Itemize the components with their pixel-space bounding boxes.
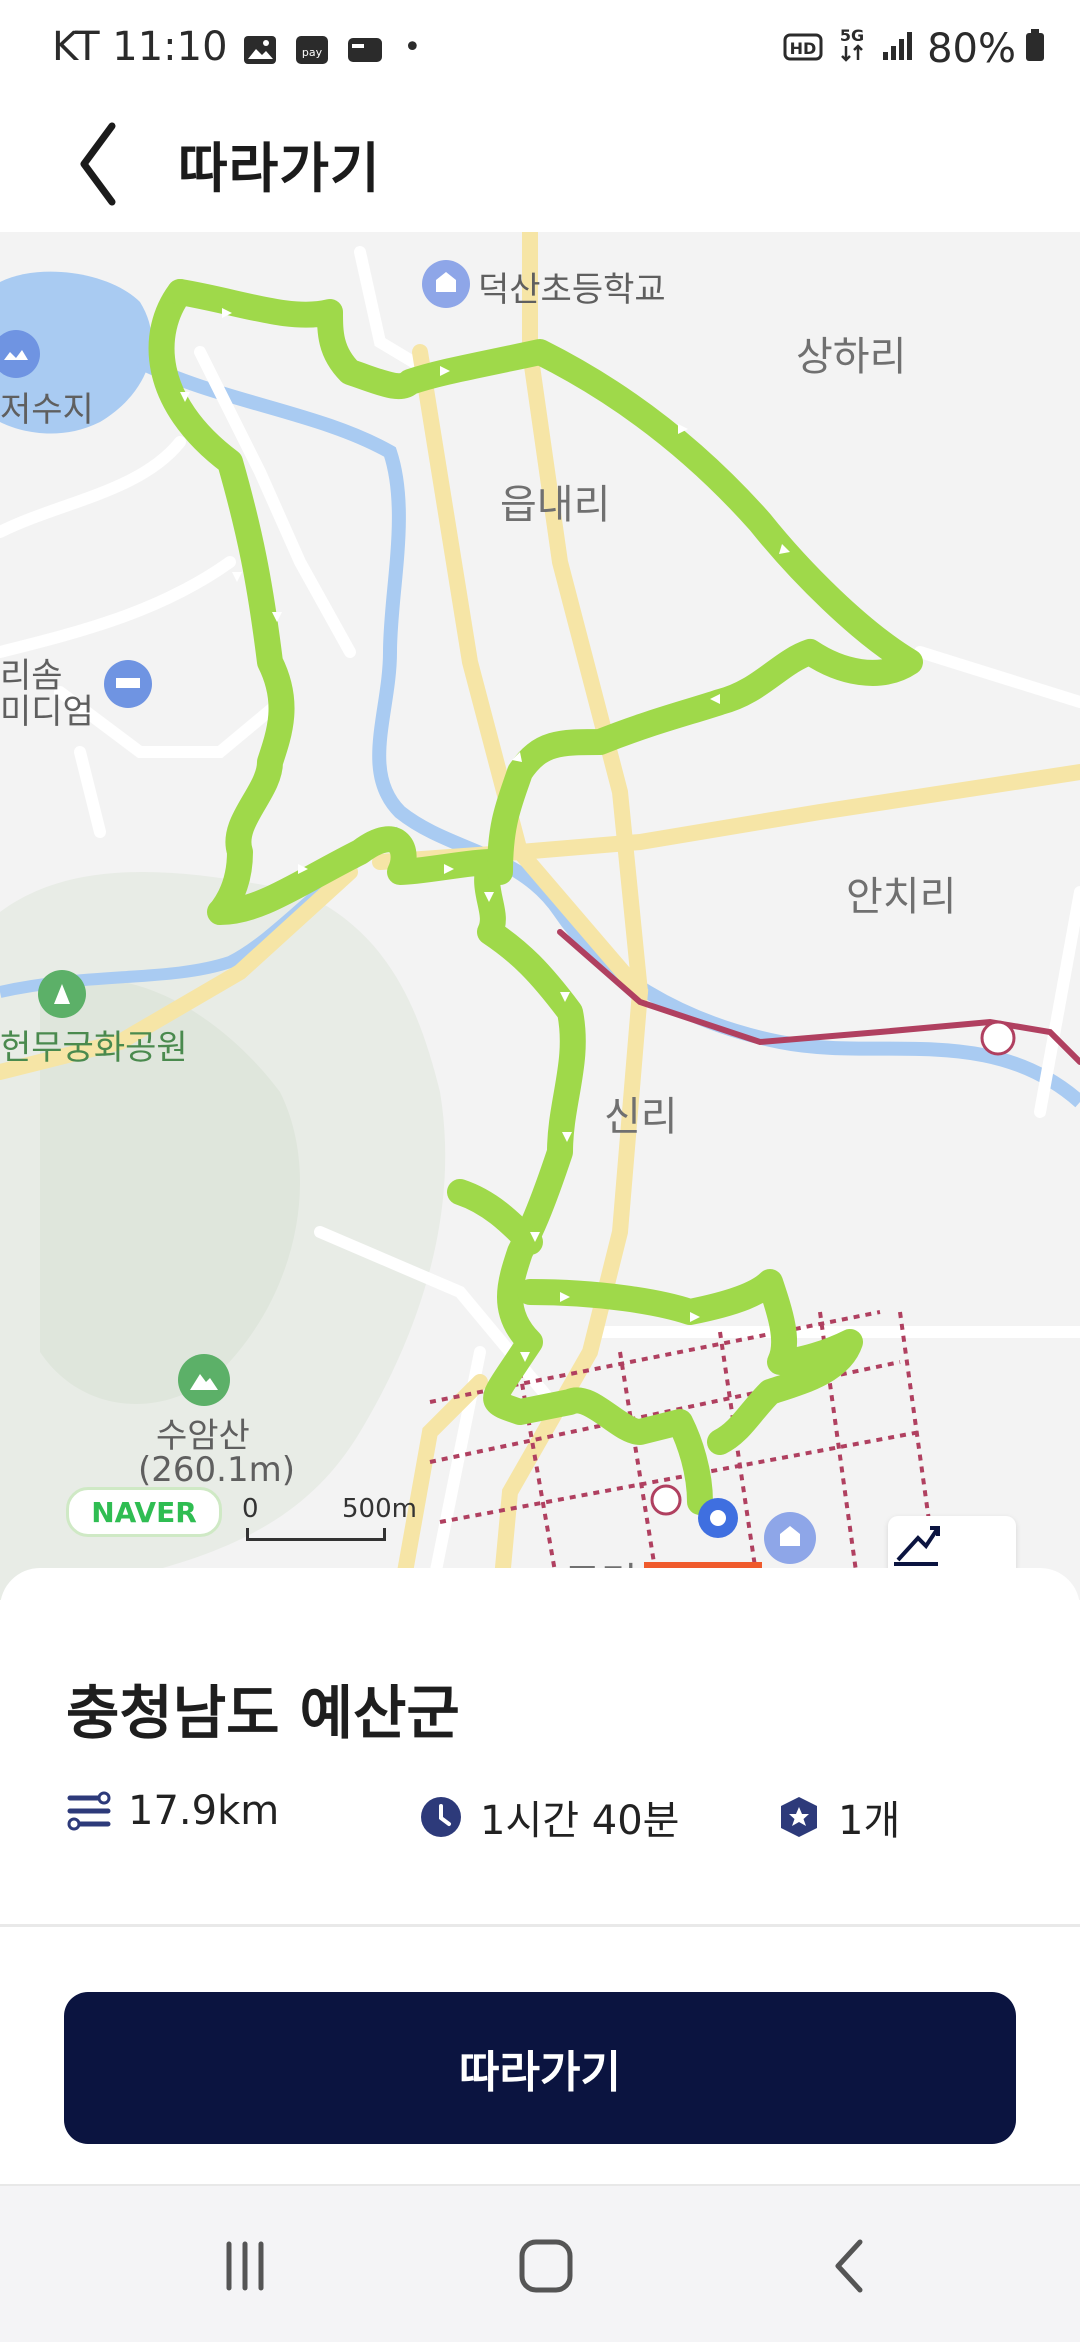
route-region-title: 충청남도 예산군 [66, 1679, 460, 1747]
scale-bar [246, 1528, 386, 1541]
map-label-mountain-height: (260.1m) [138, 1450, 295, 1490]
system-nav-bar [0, 2184, 1080, 2342]
section-divider [0, 1924, 1080, 1927]
carrier-time: KT 11:10 [52, 24, 228, 70]
duration-value: 1시간 40분 [480, 1798, 680, 1844]
hd-icon: HD [783, 26, 823, 72]
home-icon [519, 2239, 573, 2293]
map-label-medium: 미디엄 [0, 692, 94, 732]
clock-icon [418, 1794, 464, 1840]
back-icon [835, 2239, 863, 2293]
map-label-eupnae: 읍내리 [500, 482, 611, 528]
recent-apps-icon [226, 2241, 264, 2291]
gallery-icon [242, 30, 280, 64]
distance-value: 17.9km [128, 1788, 280, 1834]
page-title: 따라가기 [178, 137, 381, 200]
signal-icon [881, 26, 915, 72]
svg-text:5G: 5G [840, 26, 864, 45]
back-button[interactable] [62, 120, 142, 210]
map-label-school: 덕산초등학교 [478, 270, 666, 310]
map-label-reservoir: 저수지 [0, 390, 94, 430]
map-label-park: 헌무궁화공원 [0, 1028, 188, 1068]
route-info-sheet: 충청남도 예산군 17.9km 1시간 40분 1개 따라가기 [0, 1568, 1080, 2184]
status-left: KT 11:10 pay • [52, 24, 421, 70]
svg-text:HD: HD [790, 39, 817, 58]
battery-percent: 80% [927, 26, 1016, 72]
status-bar: KT 11:10 pay • HD 5G 80% [0, 0, 1080, 100]
follow-button[interactable]: 따라가기 [64, 1992, 1016, 2144]
map-label-sangha: 상하리 [796, 334, 907, 380]
scale-distance: 500m [342, 1494, 417, 1524]
svg-text:pay: pay [301, 46, 322, 59]
distance-icon [66, 1788, 112, 1834]
route-count: 1개 [776, 1788, 900, 1846]
map-label-anchi: 안치리 [846, 874, 957, 920]
system-back-button[interactable] [810, 2226, 890, 2306]
chevron-left-icon [80, 122, 116, 206]
recent-apps-button[interactable] [205, 2226, 285, 2306]
badge-star-icon [776, 1794, 822, 1840]
altitude-icon [894, 1526, 940, 1566]
notification-dot: • [403, 29, 422, 65]
battery-icon [1024, 26, 1046, 72]
wallet-icon [346, 30, 384, 64]
status-right: HD 5G 80% [783, 24, 1046, 74]
pay-icon: pay [294, 30, 332, 64]
naver-logo: NAVER [66, 1487, 222, 1537]
current-location-pin [698, 1498, 738, 1538]
app-header: 따라가기 [0, 100, 1080, 232]
count-value: 1개 [838, 1798, 901, 1844]
route-map[interactable]: 덕산초등학교 상하리 읍내리 안치리 신리 저수지 리솜 미디엄 헌무궁화공원 … [0, 232, 1080, 1600]
scale-zero: 0 [242, 1494, 259, 1524]
5g-icon: 5G [835, 24, 869, 74]
route-duration: 1시간 40분 [418, 1788, 679, 1846]
map-label-sinri: 신리 [604, 1094, 678, 1140]
home-button[interactable] [506, 2226, 586, 2306]
route-distance: 17.9km [66, 1788, 279, 1834]
